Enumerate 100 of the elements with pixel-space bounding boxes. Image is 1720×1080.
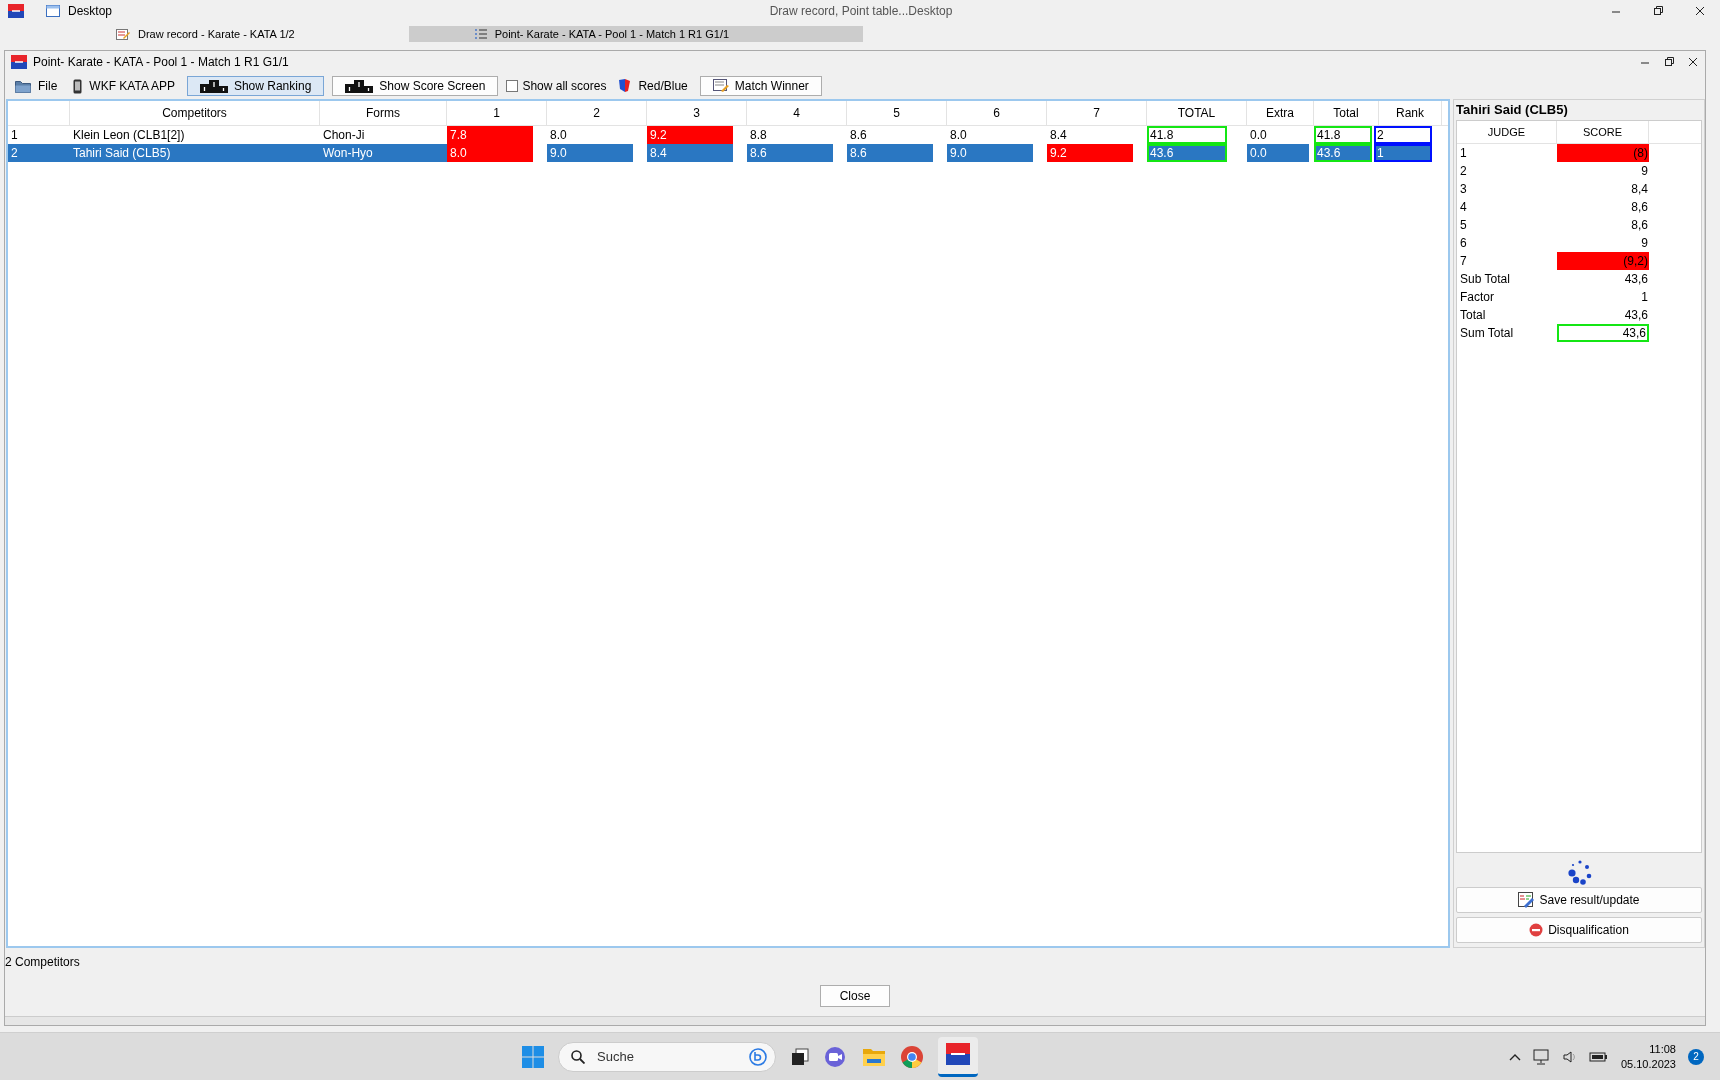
window-title: Draw record, Point table...Desktop bbox=[769, 4, 953, 18]
column-header[interactable]: 3 bbox=[647, 101, 747, 125]
restore-icon[interactable] bbox=[1663, 56, 1675, 68]
judge-number: 7 bbox=[1459, 254, 1468, 268]
phone-icon bbox=[73, 78, 83, 94]
judge-score: 8,6 bbox=[1630, 217, 1649, 234]
judge-score: 9 bbox=[1640, 235, 1649, 252]
score-cell: 8.6 bbox=[747, 144, 833, 162]
menu-item[interactable]: File bbox=[11, 76, 62, 96]
app-logo-icon bbox=[11, 55, 27, 69]
close-icon[interactable] bbox=[1694, 5, 1706, 17]
battery-icon[interactable] bbox=[1588, 1050, 1609, 1063]
window-stack-icon[interactable] bbox=[790, 1046, 810, 1067]
score-cell: 8.4 bbox=[647, 144, 733, 162]
score-cell-text: 8.8 bbox=[749, 127, 768, 144]
column-header[interactable]: Extra bbox=[1247, 101, 1314, 125]
stop-icon bbox=[1529, 923, 1544, 937]
judge-score: 9 bbox=[1640, 163, 1649, 180]
desktop-title: Desktop bbox=[68, 4, 113, 18]
search-input[interactable]: Suche bbox=[595, 1048, 739, 1065]
edit-icon bbox=[1518, 892, 1535, 908]
row-number: 2 bbox=[8, 144, 70, 162]
score-cell-text: 8.6 bbox=[849, 127, 868, 144]
window-icon bbox=[46, 5, 60, 17]
restore-icon[interactable] bbox=[1652, 5, 1664, 17]
score-cell-text: 8.0 bbox=[549, 127, 568, 144]
windows-logo-icon[interactable] bbox=[522, 1045, 544, 1068]
column-header[interactable]: JUDGE bbox=[1457, 121, 1557, 143]
disqualification-button[interactable]: Disqualification bbox=[1456, 917, 1702, 943]
score-cell: 7.8 bbox=[447, 126, 533, 144]
video-chat-icon[interactable] bbox=[824, 1045, 848, 1068]
podium-icon bbox=[199, 79, 228, 93]
column-header[interactable]: 4 bbox=[747, 101, 847, 125]
rank-cell: 2 bbox=[1374, 126, 1432, 144]
column-header[interactable]: 2 bbox=[547, 101, 647, 125]
column-header[interactable]: SCORE bbox=[1557, 121, 1649, 143]
competitor-name: Klein Leon (CLB1[2]) bbox=[72, 127, 186, 144]
chevron-up-icon[interactable] bbox=[1508, 1052, 1521, 1061]
column-header[interactable]: Forms bbox=[320, 101, 447, 125]
save-button[interactable]: Save result/update bbox=[1456, 887, 1702, 913]
app-logo-icon bbox=[8, 4, 24, 18]
menu-item[interactable]: WKF KATA APP bbox=[69, 76, 179, 96]
horizontal-scrollbar[interactable] bbox=[5, 1016, 1705, 1025]
summary-value: 43,6 bbox=[1623, 271, 1649, 288]
score-cell: 8.6 bbox=[847, 144, 933, 162]
column-header[interactable]: Total bbox=[1314, 101, 1379, 125]
judge-number: 1 bbox=[1459, 146, 1468, 160]
toolbar-button[interactable]: Show Ranking bbox=[186, 76, 325, 96]
judge-number: 5 bbox=[1459, 218, 1468, 232]
total-cell: 43.6 bbox=[1147, 144, 1227, 162]
checkbox-label[interactable]: Show all scores bbox=[522, 79, 607, 93]
monitor-icon[interactable] bbox=[1532, 1048, 1551, 1065]
speaker-icon[interactable] bbox=[1562, 1049, 1577, 1064]
column-header[interactable]: 5 bbox=[847, 101, 947, 125]
search-bar[interactable]: Suche bbox=[558, 1041, 776, 1072]
app-logo-icon bbox=[946, 1042, 970, 1065]
score-cell-text: 8.0 bbox=[949, 127, 968, 144]
notification-badge[interactable]: 2 bbox=[1688, 1048, 1704, 1065]
toolbar-button[interactable]: Show Score Screen bbox=[332, 76, 499, 96]
toolbar-button[interactable]: Match Winner bbox=[699, 76, 822, 96]
competitor-title: Tahiri Said (CLB5) bbox=[1455, 101, 1569, 119]
column-header[interactable]: 1 bbox=[447, 101, 547, 125]
browser-icon[interactable] bbox=[900, 1044, 924, 1069]
table-row[interactable]: 2 Tahiri Said (CLB5) Won-Hyo 8.0 9.0 8.4 8.6 8.6 9.0 9.2 43.6 0.0 43.6 1 bbox=[8, 144, 1448, 162]
judge-score: (8) bbox=[1557, 144, 1649, 162]
document-tab[interactable]: Point- Karate - KATA - Pool 1 - Match 1 R1 G1/1 bbox=[408, 26, 863, 42]
column-header[interactable]: Rank bbox=[1379, 101, 1442, 125]
app-taskbar-button[interactable] bbox=[938, 1036, 978, 1077]
list-icon bbox=[474, 28, 487, 40]
checkbox[interactable] bbox=[506, 80, 519, 92]
rank-cell: 1 bbox=[1374, 144, 1432, 162]
document-tab[interactable]: Draw record - Karate - KATA 1/2 bbox=[108, 26, 303, 42]
score-cell: 8.0 bbox=[447, 144, 533, 162]
column-header[interactable]: 7 bbox=[1047, 101, 1147, 125]
table-row[interactable]: 1 Klein Leon (CLB1[2]) Chon-Ji 7.8 8.0 9.2 8.8 8.6 8.0 8.4 41.8 0.0 41.8 2 bbox=[8, 126, 1448, 144]
summary-label: Sub Total bbox=[1459, 272, 1511, 286]
score-cell: 9.0 bbox=[547, 144, 633, 162]
summary-value: 43,6 bbox=[1623, 307, 1649, 324]
clock-date[interactable]: 05.10.2023 bbox=[1620, 1056, 1676, 1072]
folder-icon[interactable] bbox=[862, 1046, 886, 1067]
extra-cell: 0.0 bbox=[1247, 144, 1309, 162]
column-header[interactable]: Competitors bbox=[70, 101, 320, 125]
judge-score: (9,2) bbox=[1557, 252, 1649, 270]
menu-item[interactable]: Red/Blue bbox=[614, 76, 692, 96]
judge-score: 8,4 bbox=[1630, 181, 1649, 198]
close-button[interactable]: Close bbox=[820, 985, 890, 1007]
close-icon[interactable] bbox=[1687, 56, 1699, 68]
chat-bubble-icon bbox=[749, 1047, 767, 1066]
score-cell: 9.0 bbox=[947, 144, 1033, 162]
podium-icon bbox=[345, 79, 374, 93]
column-header[interactable]: TOTAL bbox=[1147, 101, 1247, 125]
summary-value: 43,6 bbox=[1557, 324, 1649, 342]
column-header[interactable]: 6 bbox=[947, 101, 1047, 125]
row-number: 1 bbox=[10, 127, 19, 144]
score-cell: 9.2 bbox=[647, 126, 733, 144]
judge-number: 2 bbox=[1459, 164, 1468, 178]
folder-icon bbox=[15, 79, 31, 93]
extra-cell-text: 0.0 bbox=[1249, 127, 1268, 144]
certificate-icon bbox=[712, 79, 729, 93]
clock-time[interactable]: 11:08 bbox=[1649, 1041, 1676, 1057]
